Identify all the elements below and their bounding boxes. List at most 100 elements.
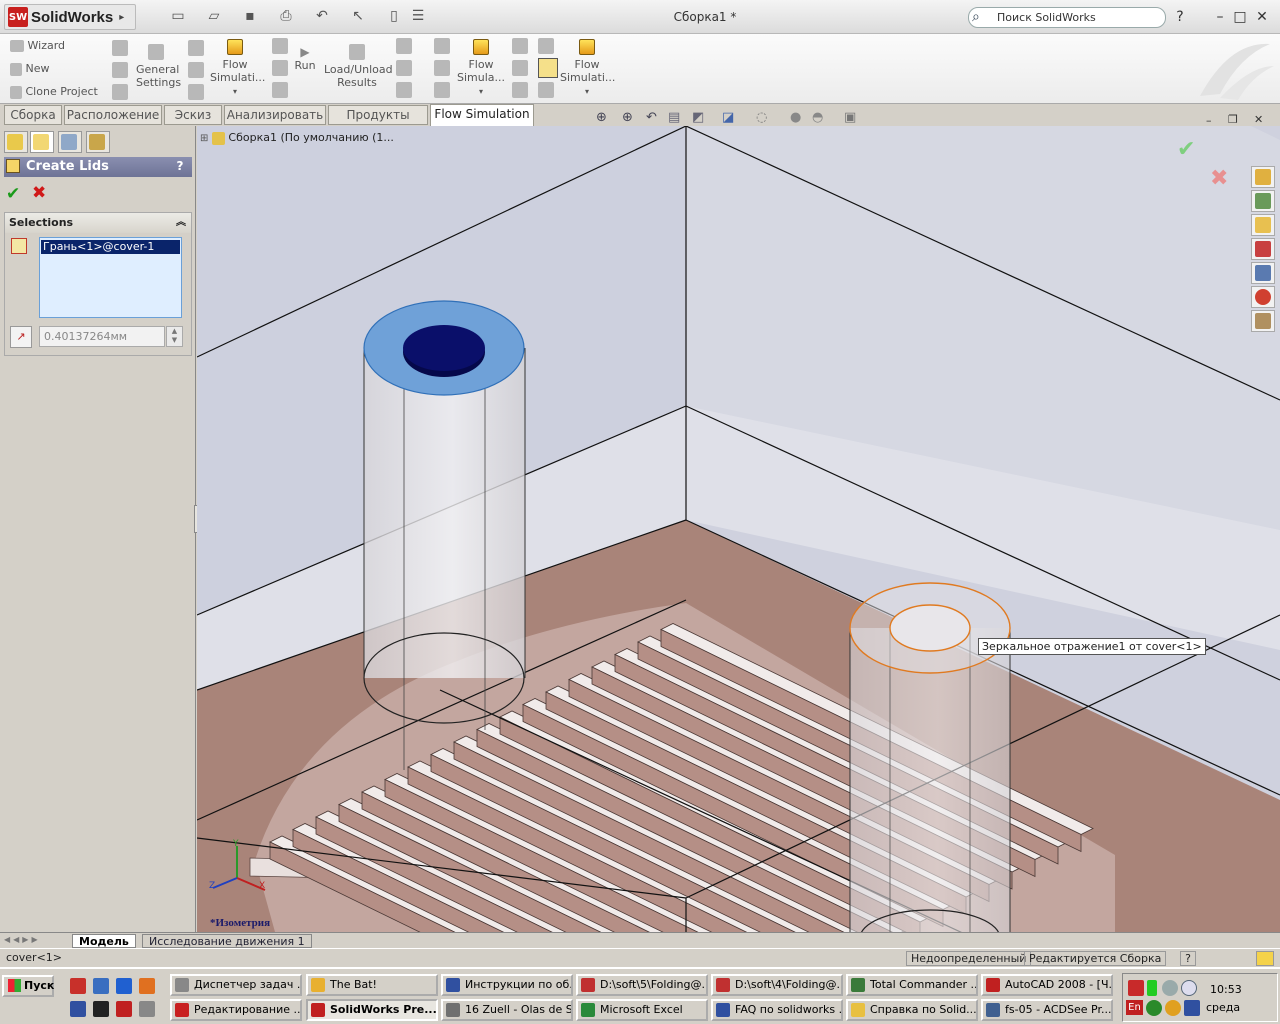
property-manager-tab-icon[interactable] xyxy=(30,131,54,153)
taskbar-item[interactable]: The Bat! xyxy=(306,974,438,996)
ribbon-small-icon[interactable] xyxy=(434,38,450,57)
language-indicator[interactable]: En xyxy=(1126,1000,1143,1015)
tray-app-icon[interactable] xyxy=(1146,1000,1162,1016)
ribbon-small-icon[interactable] xyxy=(396,60,412,79)
ribbon-small-icon[interactable] xyxy=(112,62,128,81)
view-palette-icon[interactable] xyxy=(1251,262,1275,284)
tray-app-icon[interactable] xyxy=(1162,980,1178,996)
zoom-to-fit-icon[interactable]: ⊕ xyxy=(596,110,607,125)
section-view-icon[interactable]: ▤ xyxy=(668,110,680,125)
help-icon[interactable]: ? xyxy=(1172,9,1188,25)
ribbon-small-icon[interactable] xyxy=(512,82,528,101)
viewport-close-icon[interactable]: ✕ xyxy=(1254,113,1263,126)
tab-motion-study[interactable]: Исследование движения 1 xyxy=(142,934,312,948)
graphics-area[interactable] xyxy=(197,126,1280,932)
configuration-tab-icon[interactable] xyxy=(58,131,82,153)
previous-view-icon[interactable]: ↶ xyxy=(646,110,657,125)
undo-icon[interactable]: ↶ xyxy=(314,8,330,24)
ribbon-small-icon[interactable] xyxy=(272,38,288,57)
tab-layout[interactable]: Расположение xyxy=(64,105,162,125)
quick-launch-app-icon[interactable] xyxy=(93,1001,109,1017)
tray-opera-icon[interactable] xyxy=(1128,980,1144,996)
ribbon-small-icon[interactable] xyxy=(188,40,204,59)
new-project-button[interactable]: New xyxy=(10,62,50,76)
load-unload-results-button[interactable]: Load/Unload Results xyxy=(324,44,393,89)
zoom-to-area-icon[interactable]: ⊕ xyxy=(622,110,633,125)
search-input[interactable]: Поиск SolidWorks xyxy=(968,7,1166,28)
flow-simulation-button-3[interactable]: Flow Simulati... ▾ xyxy=(560,39,615,98)
quick-launch-opera-icon[interactable] xyxy=(70,978,86,994)
list-item[interactable]: Грань<1>@cover-1 xyxy=(41,240,180,254)
display-tab-icon[interactable] xyxy=(86,131,110,153)
close-icon[interactable]: ✕ xyxy=(1254,9,1270,25)
taskbar-item[interactable]: FAQ по solidworks ... xyxy=(711,999,843,1021)
feature-tree-root[interactable]: ⊞ Сборка1 (По умолчанию (1... xyxy=(200,131,394,145)
display-style-icon[interactable]: ◪ xyxy=(722,110,734,125)
clone-project-button[interactable]: Clone Project xyxy=(10,85,98,99)
quick-launch-solidworks-icon[interactable] xyxy=(116,1001,132,1017)
status-help-icon[interactable]: ? xyxy=(1180,951,1196,966)
run-button[interactable]: ▶ Run xyxy=(292,46,318,73)
confirm-corner-cancel-icon[interactable]: ✖ xyxy=(1210,166,1228,191)
taskbar-item[interactable]: Редактирование ... xyxy=(170,999,302,1021)
taskbar-item[interactable]: Инструкции по об... xyxy=(441,974,573,996)
taskbar-item[interactable]: Total Commander ... xyxy=(846,974,978,996)
hide-show-icon[interactable]: ◌ xyxy=(756,110,767,125)
taskbar-item[interactable]: Диспетчер задач ... xyxy=(170,974,302,996)
ok-button[interactable]: ✔ xyxy=(6,184,20,204)
taskbar-item[interactable]: 16 Zuell - Olas de S... xyxy=(441,999,573,1021)
tray-app-icon[interactable] xyxy=(1181,980,1197,996)
flow-simulation-button-2[interactable]: Flow Simula... ▾ xyxy=(456,39,506,98)
select-icon[interactable]: ↖ xyxy=(350,8,366,24)
ribbon-small-icon[interactable] xyxy=(434,82,450,101)
viewport-restore-icon[interactable]: ❐ xyxy=(1228,113,1238,126)
quick-launch-save-icon[interactable] xyxy=(70,1001,86,1017)
ribbon-small-icon[interactable] xyxy=(538,82,554,101)
ribbon-small-icon[interactable] xyxy=(188,62,204,81)
custom-properties-icon[interactable] xyxy=(1251,310,1275,332)
taskbar-item[interactable]: Microsoft Excel xyxy=(576,999,708,1021)
scene-icon[interactable]: ◓ xyxy=(812,110,823,125)
tray-status-icon[interactable] xyxy=(1147,980,1157,996)
thickness-field[interactable]: 0.40137264мм xyxy=(39,326,165,347)
view-settings-icon[interactable]: ▣ xyxy=(844,110,856,125)
options-icon[interactable]: ☰ xyxy=(410,8,426,24)
selections-header[interactable]: Selections ︽ xyxy=(5,213,191,233)
search-results-icon[interactable] xyxy=(1251,238,1275,260)
ribbon-small-icon[interactable] xyxy=(272,60,288,79)
ribbon-small-icon[interactable] xyxy=(434,60,450,79)
save-icon[interactable]: ▪ xyxy=(242,8,258,24)
taskbar-item[interactable]: D:\soft\5\Folding@... xyxy=(576,974,708,996)
tab-evaluate[interactable]: Анализировать xyxy=(224,105,326,125)
taskbar-item-active[interactable]: SolidWorks Pre... xyxy=(306,999,438,1021)
appearances-icon[interactable] xyxy=(1251,286,1275,308)
confirm-corner-ok-icon[interactable]: ✔ xyxy=(1177,137,1195,162)
start-button[interactable]: Пуск xyxy=(2,975,54,997)
expand-icon[interactable]: ⊞ xyxy=(200,133,208,144)
panel-help-icon[interactable]: ? xyxy=(172,159,188,175)
minimize-icon[interactable]: – xyxy=(1212,9,1228,25)
tab-flow-simulation[interactable]: Flow Simulation xyxy=(430,104,534,126)
tab-office-products[interactable]: Продукты Office xyxy=(328,105,428,140)
ribbon-small-icon[interactable] xyxy=(512,60,528,79)
flow-simulation-button-1[interactable]: Flow Simulati... ▾ xyxy=(210,39,265,98)
taskbar-item[interactable]: AutoCAD 2008 - [Ч... xyxy=(981,974,1113,996)
collapse-icon[interactable]: ︽ xyxy=(176,213,186,233)
ribbon-small-icon[interactable] xyxy=(112,40,128,59)
tray-app-icon[interactable] xyxy=(1184,1000,1200,1016)
ribbon-small-icon[interactable] xyxy=(272,82,288,101)
status-pencil-icon[interactable] xyxy=(1256,951,1274,966)
general-settings-button[interactable]: General Settings xyxy=(136,44,181,89)
tab-scroll-arrows-icon[interactable]: ◀◀▶▶ xyxy=(4,935,41,944)
taskbar-item[interactable]: Справка по Solid... xyxy=(846,999,978,1021)
cancel-button[interactable]: ✖ xyxy=(32,183,46,203)
search-icon[interactable]: ⌕ xyxy=(972,9,980,25)
viewport-minimize-icon[interactable]: – xyxy=(1206,114,1212,127)
quick-launch-app-icon[interactable] xyxy=(116,978,132,994)
ribbon-small-icon[interactable] xyxy=(396,38,412,57)
tab-assembly[interactable]: Сборка xyxy=(4,105,62,125)
tab-sketch[interactable]: Эскиз xyxy=(164,105,222,125)
tab-model[interactable]: Модель xyxy=(72,934,136,948)
ribbon-small-icon[interactable] xyxy=(112,84,128,103)
feature-tree-tab-icon[interactable] xyxy=(4,131,28,153)
